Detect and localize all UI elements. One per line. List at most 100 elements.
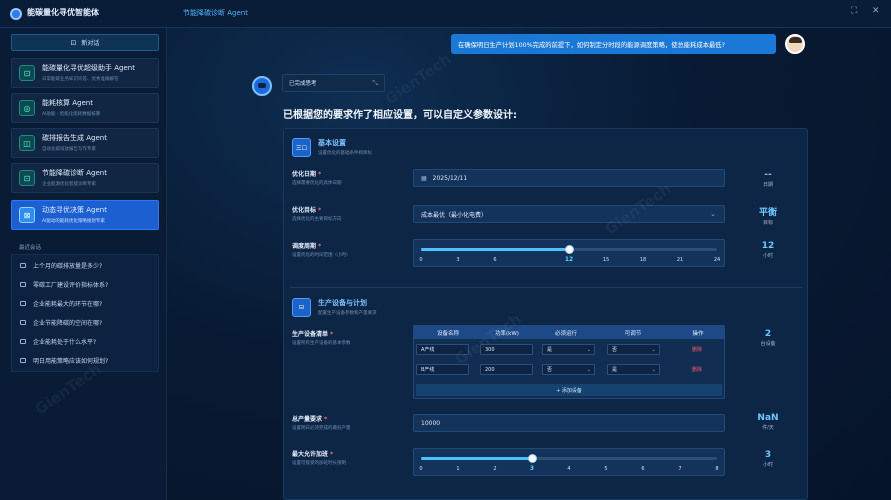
slider-fill xyxy=(421,457,532,460)
equipment-hint: 设置所有生产设备的基本参数 xyxy=(292,341,351,346)
slider-tick: 21 xyxy=(676,257,684,263)
agent-subtitle: AI助能 · 智能化能耗数据核算 xyxy=(42,112,101,117)
agent-title: 碳排报告生成 Agent xyxy=(42,134,107,142)
new-chat-button[interactable]: ⊡ 新对话 xyxy=(11,34,159,51)
conversation-item[interactable]: 企业能耗处于什么水平? xyxy=(12,334,160,349)
agent-item-dynamic-optimization[interactable]: ⊠ 动态寻优决策 Agent AI驱动的能耗优化策略规划专家 xyxy=(11,200,159,230)
date-summary: -- 日期 xyxy=(762,170,773,188)
slider-fill xyxy=(421,248,569,251)
parameter-panel: 三☐ 基本设置 设置优化的基础条件和目标 优化日期 * 选择需要优化的具体日期 ▦… xyxy=(283,128,808,500)
agent-subtitle: AI驱动的能耗优化策略规划专家 xyxy=(42,219,105,224)
output-summary: NaN 件/天 xyxy=(757,413,779,431)
agent-icon: ◎ xyxy=(19,100,35,116)
column-header: 可调节 xyxy=(624,331,642,337)
user-message: 在确保明日生产计划100%完成的前提下，如何制定分时段的能源调度策略，使总能耗成… xyxy=(451,34,776,54)
device-power-input[interactable]: 200 xyxy=(480,364,533,375)
target-hint: 选择优化的主要目标方向 xyxy=(292,217,342,222)
adjustable-select[interactable]: 否 ⌄ xyxy=(607,344,660,355)
agent-title: 动态寻优决策 Agent xyxy=(42,206,107,214)
chevron-down-icon: ⌄ xyxy=(710,210,716,218)
slider-thumb[interactable] xyxy=(528,454,537,463)
sidebar: ⊡ 新对话 ⊡ 能碳量化寻优超级助手 Agent 日常能碳业务知识问答、优秀准确… xyxy=(0,28,167,500)
slider-tick: 15 xyxy=(602,257,610,263)
new-chat-label: 新对话 xyxy=(81,40,100,47)
chat-icon xyxy=(20,263,26,268)
cycle-slider[interactable]: 0 3 6 12 15 18 21 24 xyxy=(413,239,725,267)
thinking-label: 已完成思考 xyxy=(289,81,317,87)
column-header: 操作 xyxy=(692,331,704,337)
thinking-toggle[interactable]: 已完成思考 ⤡ xyxy=(282,74,385,92)
must-run-select[interactable]: 否 ⌄ xyxy=(542,364,595,375)
agent-item-carbon-report[interactable]: ◫ 碳排报告生成 Agent 自动化碳排放报告写作专家 xyxy=(11,128,159,158)
conversation-list: 上个月的碳排放量是多少? 零碳工厂建设评价指标体系? 企业能耗最大的环节在哪? … xyxy=(11,254,159,372)
table-header: 设备名称 功率(kW) 必须运行 可调节 操作 xyxy=(414,326,724,339)
cycle-hint: 设置优化的时间范围（小时） xyxy=(292,253,351,258)
agent-title: 能碳量化寻优超级助手 Agent xyxy=(42,64,135,72)
title-bar: 能碳量化寻优智能体 节能降碳诊断 Agent ⛶ ✕ xyxy=(0,0,891,28)
slider-tick: 8 xyxy=(715,466,719,472)
agent-item-energy-diagnosis[interactable]: ⊡ 节能降碳诊断 Agent 企业能源优化智能诊断专家 xyxy=(11,163,159,193)
overtime-slider[interactable]: 0 1 2 3 4 5 6 7 8 xyxy=(413,448,725,476)
target-summary: 平衡 目标 xyxy=(758,208,777,226)
device-name-input[interactable]: B产线 xyxy=(416,364,469,375)
target-select[interactable]: 成本最优（最小化电费） ⌄ xyxy=(413,205,725,223)
table-row: A产线 300 是 ⌄ 否 ⌄ 删除 xyxy=(414,342,724,360)
user-avatar xyxy=(785,34,805,54)
slider-tick: 6 xyxy=(493,257,497,263)
slider-tick: 7 xyxy=(678,466,682,472)
chevron-down-icon: ⌄ xyxy=(586,347,591,353)
delete-row-button[interactable]: 删除 xyxy=(692,346,702,353)
close-icon[interactable]: ✕ xyxy=(872,7,880,16)
target-label: 优化目标 * xyxy=(292,207,322,214)
chat-icon xyxy=(20,358,26,363)
slider-track xyxy=(421,454,717,463)
add-device-button[interactable]: + 添加设备 xyxy=(416,384,722,396)
device-name-input[interactable]: A产线 xyxy=(416,344,469,355)
agent-icon: ⊡ xyxy=(19,170,35,186)
output-input[interactable]: 10000 xyxy=(413,414,725,432)
conversation-item[interactable]: 企业能耗最大的环节在哪? xyxy=(12,296,160,311)
slider-tick: 5 xyxy=(604,466,608,472)
equipment-section-icon: ⊟ xyxy=(292,298,311,317)
window-title: 节能降碳诊断 Agent xyxy=(183,9,248,17)
target-value: 成本最优（最小化电费） xyxy=(421,211,488,219)
fullscreen-icon[interactable]: ⛶ xyxy=(851,7,857,16)
output-hint: 设置明日必须完成的最低产量 xyxy=(292,426,351,431)
cycle-label: 调度周期 * xyxy=(292,243,322,250)
agent-subtitle: 日常能碳业务知识问答、优秀准确解答 xyxy=(42,77,119,82)
equipment-summary: 2 台设备 xyxy=(760,329,776,347)
agent-title: 节能降碳诊断 Agent xyxy=(42,169,107,177)
conversation-item[interactable]: 上个月的碳排放量是多少? xyxy=(12,258,160,273)
agent-subtitle: 企业能源优化智能诊断专家 xyxy=(42,182,96,187)
settings-section-icon: 三☐ xyxy=(292,138,311,157)
production-title: 生产设备与计划 xyxy=(318,299,367,307)
overtime-label: 最大允许加班 * xyxy=(292,451,334,458)
slider-track xyxy=(421,245,717,254)
slider-tick: 4 xyxy=(567,466,571,472)
agent-item-energy-accounting[interactable]: ◎ 能耗核算 Agent AI助能 · 智能化能耗数据核算 xyxy=(11,93,159,123)
agent-icon: ⊠ xyxy=(19,207,35,223)
agent-item-super-assistant[interactable]: ⊡ 能碳量化寻优超级助手 Agent 日常能碳业务知识问答、优秀准确解答 xyxy=(11,58,159,88)
output-label: 总产量要求 * xyxy=(292,416,328,423)
equipment-table: 设备名称 功率(kW) 必须运行 可调节 操作 A产线 300 是 ⌄ 否 ⌄ 删除… xyxy=(413,325,725,399)
slider-tick: 24 xyxy=(713,257,721,263)
conversation-item[interactable]: 零碳工厂建设评价指标体系? xyxy=(12,277,160,292)
conversation-item[interactable]: 明日用能策略应该如何规划? xyxy=(12,353,160,368)
chevron-down-icon: ⌄ xyxy=(651,367,656,373)
watermark: GienTech xyxy=(381,49,455,109)
slider-tick-current: 12 xyxy=(564,256,574,263)
delete-row-button[interactable]: 删除 xyxy=(692,366,702,373)
chat-icon xyxy=(20,320,26,325)
slider-tick: 0 xyxy=(419,466,423,472)
column-header: 必须运行 xyxy=(554,331,578,337)
slider-thumb[interactable] xyxy=(565,245,574,254)
adjustable-select[interactable]: 是 ⌄ xyxy=(607,364,660,375)
basic-settings-subtitle: 设置优化的基础条件和目标 xyxy=(318,151,372,156)
must-run-select[interactable]: 是 ⌄ xyxy=(542,344,595,355)
date-picker[interactable]: ▦ 2025/12/11 xyxy=(413,169,725,187)
conversation-item[interactable]: 企业节能降碳的空间在哪? xyxy=(12,315,160,330)
slider-tick: 2 xyxy=(493,466,497,472)
table-row: B产线 200 否 ⌄ 是 ⌄ 删除 xyxy=(414,362,724,380)
date-label: 优化日期 * xyxy=(292,171,322,178)
device-power-input[interactable]: 300 xyxy=(480,344,533,355)
